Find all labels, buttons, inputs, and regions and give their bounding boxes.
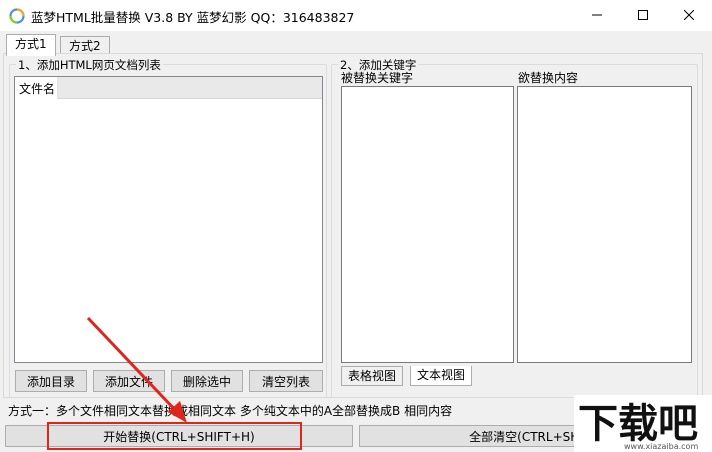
title-bar[interactable]: 蓝梦HTML批量替换 V3.8 BY 蓝梦幻影 QQ：316483827 bbox=[0, 0, 712, 31]
watermark-logo: 下载吧 www.xiazaiba.com bbox=[574, 395, 712, 452]
window-title: 蓝梦HTML批量替换 V3.8 BY 蓝梦幻影 QQ：316483827 bbox=[31, 10, 355, 25]
close-icon bbox=[684, 10, 694, 20]
close-button[interactable] bbox=[666, 0, 712, 30]
maximize-button[interactable] bbox=[620, 0, 666, 30]
watermark-url: www.xiazaiba.com bbox=[624, 442, 698, 451]
tab-mode-1[interactable]: 方式1 bbox=[6, 34, 56, 56]
minimize-button[interactable] bbox=[574, 0, 620, 30]
xiazaiba-logo-icon: 下载吧 www.xiazaiba.com bbox=[574, 395, 712, 452]
minimize-icon bbox=[592, 14, 602, 16]
client-area: 方式1 方式2 1、添加HTML网页文档列表 文件名 添加目录 添加文件 删除选… bbox=[0, 31, 712, 452]
watermark-brand: 下载吧 bbox=[578, 401, 698, 447]
app-logo-icon bbox=[9, 8, 25, 24]
maximize-icon bbox=[638, 10, 648, 20]
annotation-arrow-icon bbox=[86, 316, 187, 423]
